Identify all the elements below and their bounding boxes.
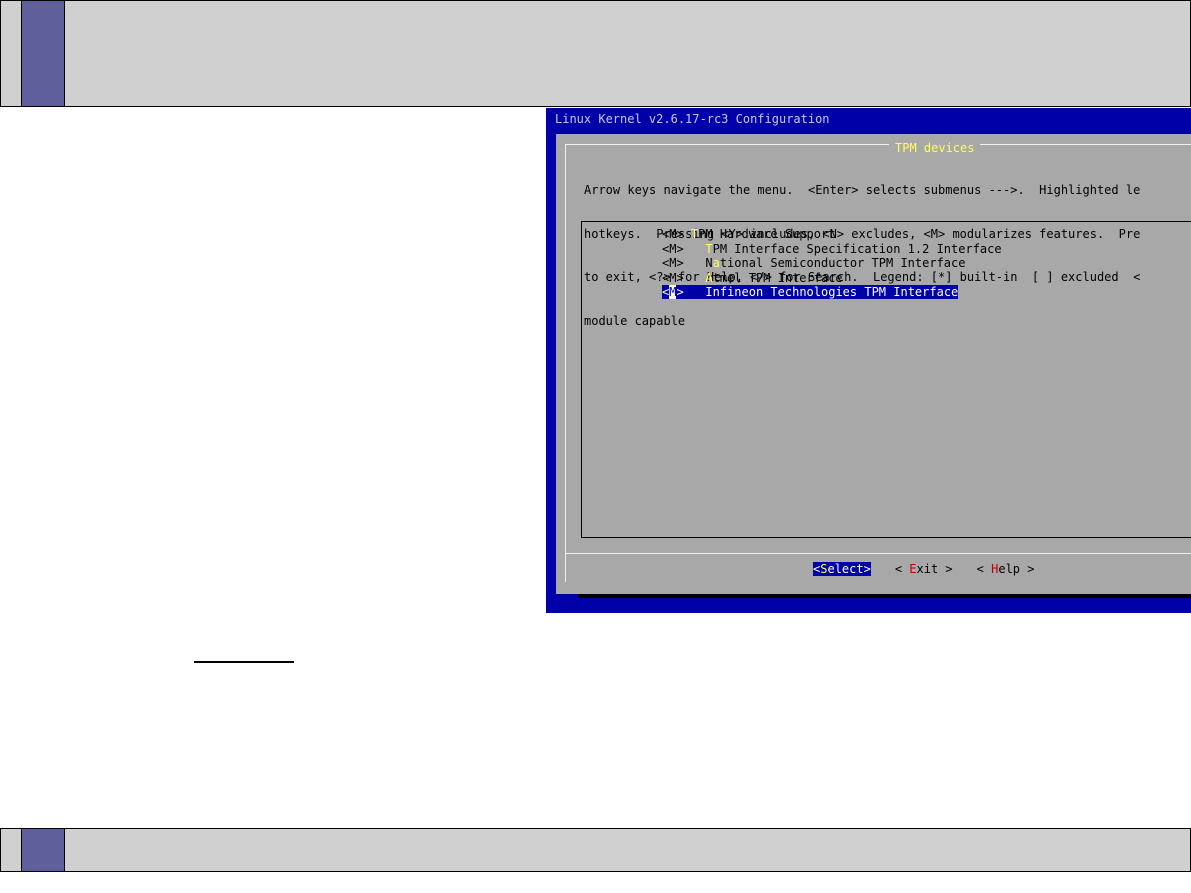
help-button-open: <: [976, 562, 992, 576]
menu-item-label-prefix: [684, 285, 706, 299]
menu-item-label-rest: PM Hardware Support: [698, 227, 836, 241]
menu-item-hotkey: I: [705, 285, 713, 299]
select-button[interactable]: <Select>: [813, 562, 871, 576]
underline-stroke: [194, 661, 294, 663]
menu-item-label-rest: tmel TPM Interface: [712, 270, 843, 285]
menu-item-label-rest: PM Interface Specification 1.2 Interface: [712, 241, 1002, 256]
menu-item-tag: <M>: [662, 285, 684, 299]
menu-item-label: Infineon Technologies TPM Interface: [683, 285, 959, 299]
menu-item-label: Atmel TPM Interface: [684, 270, 843, 285]
button-row: <Select> < Exit > < Help >: [813, 562, 1058, 576]
menu-item-label-prefix: N: [683, 256, 713, 270]
menu-item-label-prefix: [684, 227, 691, 241]
exit-button[interactable]: < Exit >: [895, 562, 953, 576]
terminal-title: Linux Kernel v2.6.17-rc3 Configuration: [555, 112, 830, 126]
header-accent-square: [21, 1, 65, 106]
menu-item-tag: <M>: [662, 256, 684, 270]
exit-button-rest: xit: [916, 562, 939, 576]
menu-item-label-prefix: [684, 271, 706, 285]
help-line: Arrow keys navigate the menu. <Enter> se…: [584, 183, 1141, 197]
menu-item-hotkey: A: [705, 270, 713, 285]
exit-button-open: <: [894, 562, 910, 576]
menu-item-label: National Semiconductor TPM Interface: [683, 256, 966, 270]
footer-accent-square: [21, 829, 65, 871]
menu-list: <M> TPM Hardware Support <M> TPM Interfac…: [662, 227, 1002, 300]
menu-item-tag: <M>: [662, 241, 684, 256]
menu-item-label-rest: nfineon Technologies TPM Interface: [712, 285, 959, 299]
exit-button-hk: E: [909, 562, 917, 576]
menu-item[interactable]: <M> Atmel TPM Interface: [662, 271, 1002, 286]
menu-item-label: TPM Interface Specification 1.2 Interfac…: [684, 241, 1002, 256]
menu-item[interactable]: <M> Infineon Technologies TPM Interface: [662, 285, 1002, 300]
menu-item[interactable]: <M> National Semiconductor TPM Interface: [662, 256, 1002, 271]
help-button-close: >: [1020, 562, 1035, 576]
select-button-close: >: [863, 562, 871, 576]
menu-item-tag: <M>: [662, 270, 684, 285]
menuconfig-dialog: TPM devices Arrow keys navigate the menu…: [556, 134, 1191, 594]
header-band: [0, 0, 1191, 107]
menu-item-tag: <M>: [662, 227, 684, 241]
button-divider: [565, 553, 1191, 554]
menu-item-label-prefix: [684, 242, 706, 256]
help-button[interactable]: < Help >: [977, 562, 1035, 576]
footer-band: [0, 828, 1191, 872]
exit-button-close: >: [938, 562, 953, 576]
menu-item[interactable]: <M> TPM Hardware Support: [662, 227, 1002, 242]
menu-item-hotkey: T: [705, 241, 713, 256]
menu-item-label: TPM Hardware Support: [684, 227, 836, 241]
menu-box: <M> TPM Hardware Support <M> TPM Interfac…: [581, 221, 1191, 538]
help-button-rest: elp: [998, 562, 1021, 576]
select-button-rest: elect: [827, 562, 864, 576]
dialog-title: TPM devices: [889, 141, 981, 155]
menu-item[interactable]: <M> TPM Interface Specification 1.2 Inte…: [662, 242, 1002, 257]
menu-item-hotkey: a: [712, 256, 720, 270]
terminal-screenshot: Linux Kernel v2.6.17-rc3 Configuration T…: [546, 108, 1191, 613]
menu-item-label-rest: tional Semiconductor TPM Interface: [719, 256, 966, 270]
